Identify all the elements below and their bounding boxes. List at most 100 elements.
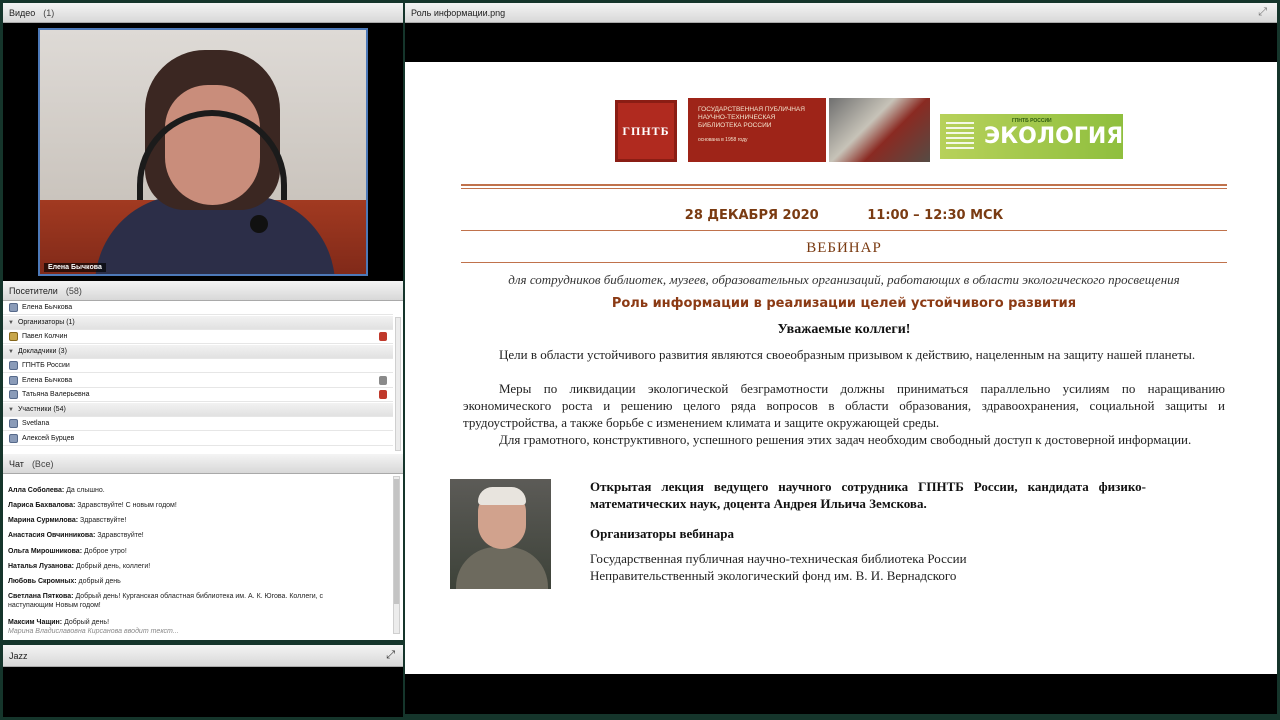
visitor-row[interactable]: ГПНТБ России <box>3 359 393 373</box>
mic-muted-icon[interactable] <box>379 390 387 399</box>
ecology-logo-text: ЭКОЛОГИЯ <box>984 124 1124 149</box>
visitor-name: Елена Бычкова <box>22 304 73 311</box>
ecology-logo: ГПНТБ РОССИИ ЭКОЛОГИЯ <box>940 114 1123 159</box>
chat-text: добрый день <box>78 578 121 585</box>
expand-icon[interactable]: ⤢ <box>1258 6 1267 19</box>
chat-text: Да слышно. <box>66 487 105 494</box>
jazz-panel-body <box>3 667 403 717</box>
divider <box>461 262 1227 263</box>
visitor-row[interactable]: Елена Бычкова <box>3 301 393 315</box>
divider <box>461 230 1227 231</box>
user-icon <box>9 419 18 428</box>
visitor-row[interactable]: Павел Колчин <box>3 330 393 344</box>
video-feed[interactable]: Елена Бычкова <box>38 28 368 276</box>
chat-text: Здравствуйте! <box>97 532 144 539</box>
organizer-name: Неправительственный экологический фонд и… <box>590 568 957 583</box>
gpntb-logo: ГПНТБ <box>615 100 677 162</box>
body-paragraph: Для грамотного, конструктивного, успешно… <box>499 432 1192 447</box>
gpntb-founded: основана в 1958 году <box>698 137 748 143</box>
presentation-header: Роль информации.png ⤢ <box>405 3 1277 23</box>
divider <box>461 188 1227 189</box>
presenter-icon <box>9 376 18 385</box>
chat-author: Ольга Мирошникова: <box>8 548 83 555</box>
visitor-group-speakers[interactable]: ▼ Докладчики (3) <box>3 345 393 359</box>
presentation-filename: Роль информации.png <box>411 7 506 18</box>
chat-message: Любовь Скромных: добрый день <box>8 577 388 586</box>
chat-message: Светлана Пяткова: Добрый день! Курганска… <box>8 592 353 610</box>
visitor-name: Татьяна Валерьевна <box>22 391 90 398</box>
video-count: (1) <box>43 7 55 18</box>
chat-panel-header: Чат (Все) <box>3 454 403 474</box>
chat-panel-title: Чат <box>9 458 24 469</box>
chat-author: Светлана Пяткова: <box>8 593 74 600</box>
chat-scrollbar[interactable] <box>393 476 400 634</box>
event-datetime: 28 ДЕКАБРЯ 2020 11:00 – 12:30 МСК <box>461 208 1227 223</box>
gpntb-name: Государственная публичная научно-техниче… <box>698 106 805 129</box>
mic-muted-icon[interactable] <box>379 332 387 341</box>
chat-text: Добрый день, коллеги! <box>75 563 151 570</box>
visitors-count: (58) <box>65 285 82 296</box>
chevron-down-icon: ▼ <box>8 406 14 413</box>
host-icon <box>9 332 18 341</box>
visitor-group-participants[interactable]: ▼ Участники (54) <box>3 403 393 417</box>
lecturer-photo <box>450 479 551 589</box>
visitor-name: Павел Колчин <box>22 333 68 340</box>
chat-message: Лариса Бахвалова: Здравствуйте! С новым … <box>8 501 388 510</box>
chat-text: Здравствуйте! <box>80 517 127 524</box>
visitor-group-label: Участники (54) <box>17 406 66 413</box>
greeting: Уважаемые коллеги! <box>777 322 911 337</box>
lecturer-body <box>456 547 548 589</box>
visitors-panel-title: Посетители <box>9 285 58 296</box>
jazz-panel-title: Jazz <box>9 650 28 661</box>
chat-author: Алла Соболева: <box>8 487 65 494</box>
chat-author: Наталья Лузанова: <box>8 563 74 570</box>
body-paragraph: Меры по ликвидации экологической безграм… <box>463 381 1225 430</box>
headset-mic <box>250 215 268 233</box>
typing-indicator: Марина Владиславовна Кирсанова вводит те… <box>8 628 179 635</box>
chat-messages: Алла Соболева: Да слышно. Лариса Бахвало… <box>3 474 403 640</box>
visitor-row[interactable]: Татьяна Валерьевна <box>3 388 393 402</box>
video-panel-header: Видео (1) <box>3 3 403 23</box>
gpntb-name-logo: Государственная публичная научно-техниче… <box>688 98 826 162</box>
presentation-slide: ГПНТБ Государственная публичная научно-т… <box>405 62 1277 674</box>
chat-scope[interactable]: (Все) <box>32 459 54 469</box>
visitor-group-organizers[interactable]: ▼ Организаторы (1) <box>3 316 393 330</box>
visitor-row[interactable]: Svetlana <box>3 417 393 431</box>
expand-icon[interactable]: ⤢ <box>386 649 395 662</box>
chat-author: Анастасия Овчинникова: <box>8 532 96 539</box>
chat-author: Максим Чащин: <box>8 619 63 626</box>
visitor-name: Svetlana <box>22 420 50 427</box>
jazz-panel-header: Jazz ⤢ <box>3 645 403 667</box>
event-topic: Роль информации в реализации целей устой… <box>611 296 1077 311</box>
chat-message: Анастасия Овчинникова: Здравствуйте! <box>8 531 388 540</box>
chevron-down-icon: ▼ <box>8 319 14 326</box>
presentation-panel: Роль информации.png ⤢ ГПНТБ Государствен… <box>405 3 1277 714</box>
visitor-group-label: Докладчики (3) <box>17 348 67 355</box>
visitor-group-label: Организаторы (1) <box>17 319 75 326</box>
presenter-icon <box>9 361 18 370</box>
body-paragraph: Цели в области устойчивого развития явля… <box>499 347 1196 362</box>
chat-author: Любовь Скромных: <box>8 578 77 585</box>
chat-message: Наталья Лузанова: Добрый день, коллеги! <box>8 562 388 571</box>
visitors-scrollbar[interactable] <box>395 317 401 451</box>
mic-icon[interactable] <box>379 376 387 385</box>
webinar-app: Видео (1) Елена Бычкова Посетители (58) … <box>0 0 1280 720</box>
chevron-down-icon: ▼ <box>8 348 14 355</box>
visitor-name: Елена Бычкова <box>22 377 73 384</box>
chat-text: Здравствуйте! С новым годом! <box>77 502 177 509</box>
user-icon <box>9 434 18 443</box>
video-speaker-name: Елена Бычкова <box>44 263 106 272</box>
user-icon <box>9 303 18 312</box>
chat-text: Доброе утро! <box>83 548 127 555</box>
chat-message: Алла Соболева: Да слышно. <box>8 486 388 495</box>
ecology-logo-caption: ГПНТБ РОССИИ <box>1012 118 1052 124</box>
chat-text: Добрый день! <box>64 619 110 626</box>
chat-scrollbar-thumb[interactable] <box>394 479 399 604</box>
visitor-row[interactable]: Елена Бычкова <box>3 374 393 388</box>
ecology-logo-mark <box>946 122 974 152</box>
visitors-list: Елена Бычкова ▼ Организаторы (1) Павел К… <box>3 301 403 454</box>
event-time: 11:00 – 12:30 МСК <box>867 208 1004 223</box>
chat-message: Марина Сурмилова: Здравствуйте! <box>8 516 388 525</box>
visitor-row[interactable]: Алексей Бурцев <box>3 432 393 446</box>
chat-author: Марина Сурмилова: <box>8 517 79 524</box>
